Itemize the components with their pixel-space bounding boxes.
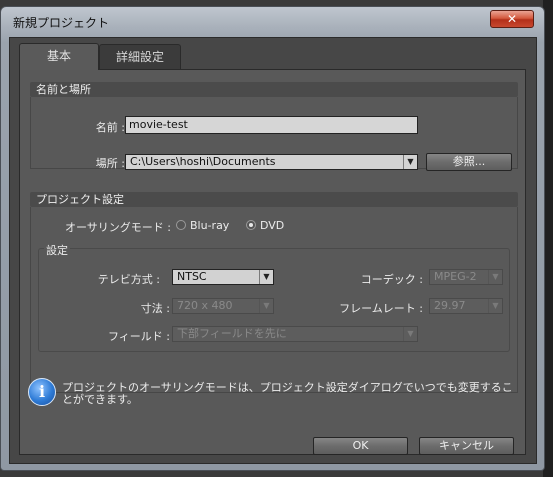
- bluray-label[interactable]: Blu-ray: [190, 219, 229, 232]
- dvd-radio[interactable]: [246, 220, 256, 230]
- dialog-client-area: 基本 詳細設定 名前と場所 名前 : movie-test 場所 : C:\Us…: [9, 37, 537, 464]
- dialog-title: 新規プロジェクト: [13, 16, 110, 30]
- info-icon: i: [28, 378, 56, 406]
- location-value: C:\Users\hoshi\Documents: [130, 155, 276, 168]
- codec-combo: MPEG-2 ▼: [429, 269, 503, 285]
- chevron-down-icon: ▼: [488, 299, 502, 313]
- close-button[interactable]: ✕: [490, 10, 534, 28]
- framerate-value: 29.97: [434, 299, 466, 312]
- cancel-button[interactable]: キャンセル: [419, 437, 514, 455]
- ok-button[interactable]: OK: [313, 437, 408, 455]
- tab-basic[interactable]: 基本: [19, 43, 99, 70]
- tv-system-value: NTSC: [177, 270, 207, 283]
- location-combo[interactable]: C:\Users\hoshi\Documents ▼: [125, 154, 418, 170]
- codec-value: MPEG-2: [434, 270, 477, 283]
- name-location-header: 名前と場所: [30, 82, 518, 97]
- field-label: フィールド :: [108, 330, 170, 343]
- field-value: 下部フィールドを先に: [177, 327, 287, 340]
- dimensions-value: 720 x 480: [177, 299, 233, 312]
- new-project-dialog: 新規プロジェクト ✕ 基本 詳細設定 名前と場所 名前 : movie-test…: [0, 6, 545, 471]
- field-combo: 下部フィールドを先に ▼: [172, 326, 418, 342]
- tab-advanced-settings[interactable]: 詳細設定: [99, 44, 181, 69]
- chevron-down-icon: ▼: [259, 299, 273, 313]
- framerate-label: フレームレート :: [339, 302, 423, 315]
- tab-panel-basic: 名前と場所 名前 : movie-test 場所 : C:\Users\hosh…: [19, 69, 526, 455]
- dvd-label[interactable]: DVD: [260, 219, 284, 232]
- dimensions-combo: 720 x 480 ▼: [172, 298, 274, 314]
- tv-system-combo[interactable]: NTSC ▼: [172, 269, 274, 285]
- location-label: 場所 :: [95, 157, 125, 170]
- framerate-combo: 29.97 ▼: [429, 298, 503, 314]
- project-settings-header: プロジェクト設定: [30, 192, 518, 207]
- close-icon: ✕: [506, 12, 518, 26]
- name-label: 名前 :: [95, 121, 125, 134]
- chevron-down-icon: ▼: [403, 327, 417, 341]
- authoring-mode-label: オーサリングモード :: [65, 221, 171, 234]
- tv-system-label: テレビ方式 :: [97, 273, 160, 286]
- codec-label: コーデック :: [360, 273, 423, 286]
- dimensions-label: 寸法 :: [140, 302, 170, 315]
- chevron-down-icon[interactable]: ▼: [403, 155, 417, 169]
- settings-subgroup-label: 設定: [44, 242, 70, 258]
- browse-button[interactable]: 参照...: [426, 153, 512, 171]
- chevron-down-icon[interactable]: ▼: [259, 270, 273, 284]
- chevron-down-icon: ▼: [488, 270, 502, 284]
- bluray-radio[interactable]: [176, 220, 186, 230]
- name-field[interactable]: movie-test: [125, 116, 418, 134]
- info-message: プロジェクトのオーサリングモードは、プロジェクト設定ダイアログでいつでも変更する…: [62, 381, 513, 406]
